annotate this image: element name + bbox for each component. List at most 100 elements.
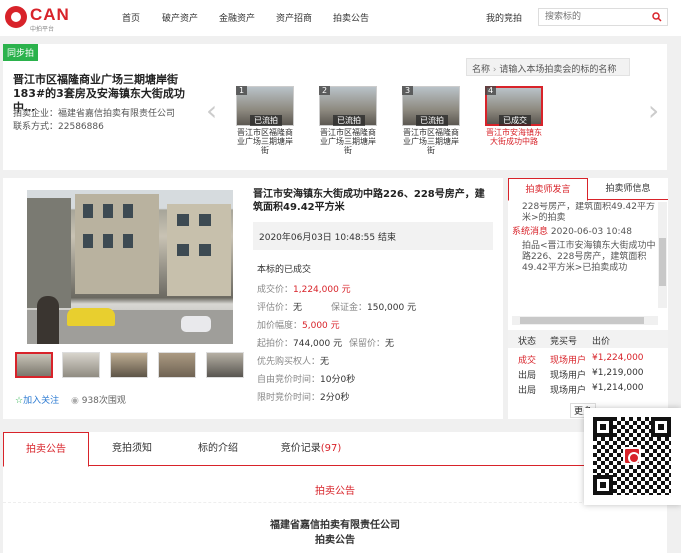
window-shape bbox=[123, 234, 133, 248]
window-shape bbox=[123, 204, 133, 218]
photo-thumb-3[interactable] bbox=[110, 352, 148, 378]
window-shape bbox=[177, 214, 189, 226]
search-button[interactable] bbox=[647, 9, 667, 25]
eye-icon: ◉ bbox=[71, 396, 79, 406]
contact-info: 联系方式：22586886 bbox=[13, 119, 104, 132]
message-text: 拍品<晋江市安海镇东大街成功中路226、228号房产，建筑面积49.42平方米>… bbox=[522, 241, 656, 273]
starting-price-value: 744,000 元 bbox=[293, 339, 343, 349]
bid-status: 出局 bbox=[518, 386, 537, 396]
top-header: CAN 中拍平台 首页 破产资产 金融资产 资产招商 拍卖公告 我的竞拍 bbox=[0, 0, 681, 36]
sync-auction-panel: 同步拍 晋江市区福隆商业广场三期塘岸街183#的3套房及安海镇东大街成功中… 拍… bbox=[3, 44, 667, 170]
message-header: 系统消息 2020-06-03 10:48 bbox=[512, 227, 658, 238]
lot-number: 2 bbox=[319, 86, 331, 95]
auctioneer-panel: 拍卖师发言 拍卖师信息 228号房产，建筑面积49.42平方米>的拍卖 系统消息… bbox=[508, 178, 668, 419]
qr-finder bbox=[651, 417, 671, 437]
scooter-shape bbox=[181, 316, 211, 332]
free-time-label: 自由竞价时间： bbox=[257, 375, 321, 385]
photo-thumb-4[interactable] bbox=[158, 352, 196, 378]
priority-buyer: 优先购买权人：无 bbox=[257, 354, 329, 367]
bid-status: 出局 bbox=[518, 371, 537, 381]
nav-my-bids[interactable]: 我的竞拍 bbox=[486, 11, 522, 24]
property-main-photo[interactable] bbox=[27, 190, 233, 344]
message-list[interactable]: 228号房产，建筑面积49.42平方米>的拍卖 系统消息 2020-06-03 … bbox=[512, 202, 658, 308]
tab-auctioneer-info[interactable]: 拍卖师信息 bbox=[588, 178, 668, 200]
logo-subtext: 中拍平台 bbox=[30, 26, 55, 33]
divider bbox=[3, 502, 667, 503]
reserve-price: 保留价：无 bbox=[349, 336, 394, 349]
lot-caption: 晋江市区福隆商业广场三期塘岸街 bbox=[403, 128, 459, 155]
tab-lot-introduction[interactable]: 标的介绍 bbox=[175, 432, 261, 466]
bid-table-header: 状态 竞买号 出价 bbox=[508, 330, 668, 348]
nav-home[interactable]: 首页 bbox=[122, 11, 140, 24]
deposit-value: 150,000 元 bbox=[367, 303, 417, 313]
message-scrollbar-horizontal[interactable] bbox=[512, 316, 658, 325]
window-shape bbox=[83, 234, 93, 248]
deal-price: 成交价：1,224,000 元 bbox=[257, 282, 351, 295]
message-source: 系统消息 bbox=[512, 227, 549, 237]
lot-caption: 晋江市区福隆商业广场三期塘岸街 bbox=[237, 128, 293, 155]
detail-tabs: 拍卖公告 竞拍须知 标的介绍 竞价记录(97) bbox=[3, 432, 667, 467]
announcement-heading: 拍卖公告 bbox=[315, 486, 355, 497]
lot-status: 已流拍 bbox=[416, 115, 448, 126]
tab-auction-notice[interactable]: 拍卖公告 bbox=[3, 432, 89, 467]
nav-financial-assets[interactable]: 金融资产 bbox=[219, 11, 255, 24]
tab-bid-records[interactable]: 竞价记录(97) bbox=[261, 432, 361, 466]
lot-number: 1 bbox=[236, 86, 248, 95]
auction-end-time: 2020年06月03日 10:48:55 结束 bbox=[253, 222, 493, 250]
limit-time-label: 限时竞价时间： bbox=[257, 393, 321, 403]
bid-bidder: 现场用户 bbox=[550, 356, 587, 366]
photo-thumb-1[interactable] bbox=[15, 352, 53, 378]
search-input[interactable] bbox=[539, 9, 647, 25]
qr-code-icon bbox=[593, 417, 671, 495]
message-scrollbar-vertical[interactable] bbox=[658, 202, 667, 308]
lot-caption: 晋江市安海镇东大街成功中路 bbox=[486, 128, 542, 146]
sync-auction-badge: 同步拍 bbox=[3, 44, 39, 61]
window-shape bbox=[103, 234, 113, 248]
scrollbar-thumb[interactable] bbox=[520, 317, 644, 324]
auction-company: 拍卖企业：福建省嘉信拍卖有限责任公司 bbox=[13, 109, 176, 119]
price-increment: 加价幅度：5,000 元 bbox=[257, 318, 340, 331]
appraisal-price: 评估价：无 bbox=[257, 300, 302, 313]
qr-code-popup[interactable] bbox=[584, 408, 681, 505]
free-bidding-time: 自由竞价时间：10分0秒 bbox=[257, 372, 355, 385]
lot-name-filter[interactable]: 名称 › 请输入本场拍卖会的标的名称 bbox=[466, 58, 630, 76]
tab-auctioneer-speech[interactable]: 拍卖师发言 bbox=[508, 178, 588, 201]
lot-number: 3 bbox=[402, 86, 414, 95]
lot-caption: 晋江市区福隆商业广场三期塘岸街 bbox=[320, 128, 376, 155]
lot-thumb-2[interactable]: 2 已流拍 晋江市区福隆商业广场三期塘岸街 bbox=[319, 86, 377, 156]
deposit-label: 保证金： bbox=[331, 303, 368, 313]
appraisal-label: 评估价： bbox=[257, 303, 294, 313]
lot-status: 已流拍 bbox=[333, 115, 365, 126]
lot-thumb-3[interactable]: 3 已流拍 晋江市区福隆商业广场三期塘岸街 bbox=[402, 86, 460, 156]
lot-thumb-1[interactable]: 1 已流拍 晋江市区福隆商业广场三期塘岸街 bbox=[236, 86, 294, 156]
message-time: 2020-06-03 10:48 bbox=[550, 227, 632, 237]
contact-value: 22586886 bbox=[58, 122, 104, 132]
window-shape bbox=[199, 214, 211, 226]
follow-button[interactable]: ☆加入关注 bbox=[15, 393, 59, 406]
scrollbar-thumb[interactable] bbox=[659, 238, 666, 286]
bid-row: 出局 现场用户 ¥1,214,000 bbox=[508, 383, 668, 397]
starting-price-label: 起拍价： bbox=[257, 339, 294, 349]
bid-row: 出局 现场用户 ¥1,219,000 bbox=[508, 368, 668, 382]
photo-thumb-2[interactable] bbox=[62, 352, 100, 378]
carousel-prev-icon[interactable]: ‹ bbox=[206, 94, 217, 127]
nav-asset-investment[interactable]: 资产招商 bbox=[276, 11, 312, 24]
appraisal-value: 无 bbox=[293, 303, 303, 313]
lot-thumb-4[interactable]: 4 已成交 晋江市安海镇东大街成功中路 bbox=[485, 86, 543, 156]
nav-bankruptcy-assets[interactable]: 破产资产 bbox=[162, 11, 198, 24]
increment-label: 加价幅度： bbox=[257, 321, 303, 331]
lot-status: 已流拍 bbox=[250, 115, 282, 126]
carousel-next-icon[interactable]: › bbox=[648, 94, 659, 127]
free-time-value: 10分0秒 bbox=[320, 375, 356, 385]
nav-auction-notices[interactable]: 拍卖公告 bbox=[333, 11, 369, 24]
bid-price: ¥1,214,000 bbox=[592, 383, 644, 393]
bid-records-count: (97) bbox=[320, 443, 342, 454]
announcement-organization: 福建省嘉信拍卖有限责任公司 bbox=[270, 520, 400, 531]
side-tabs: 拍卖师发言 拍卖师信息 bbox=[508, 178, 668, 201]
qr-finder bbox=[593, 417, 613, 437]
bid-records-label: 竞价记录 bbox=[280, 443, 321, 454]
announcement-subtitle: 拍卖公告 bbox=[315, 535, 355, 546]
photo-thumb-5[interactable] bbox=[206, 352, 244, 378]
can-logo[interactable]: CAN 中拍平台 bbox=[5, 4, 80, 33]
tab-bidding-instructions[interactable]: 竞拍须知 bbox=[89, 432, 175, 466]
